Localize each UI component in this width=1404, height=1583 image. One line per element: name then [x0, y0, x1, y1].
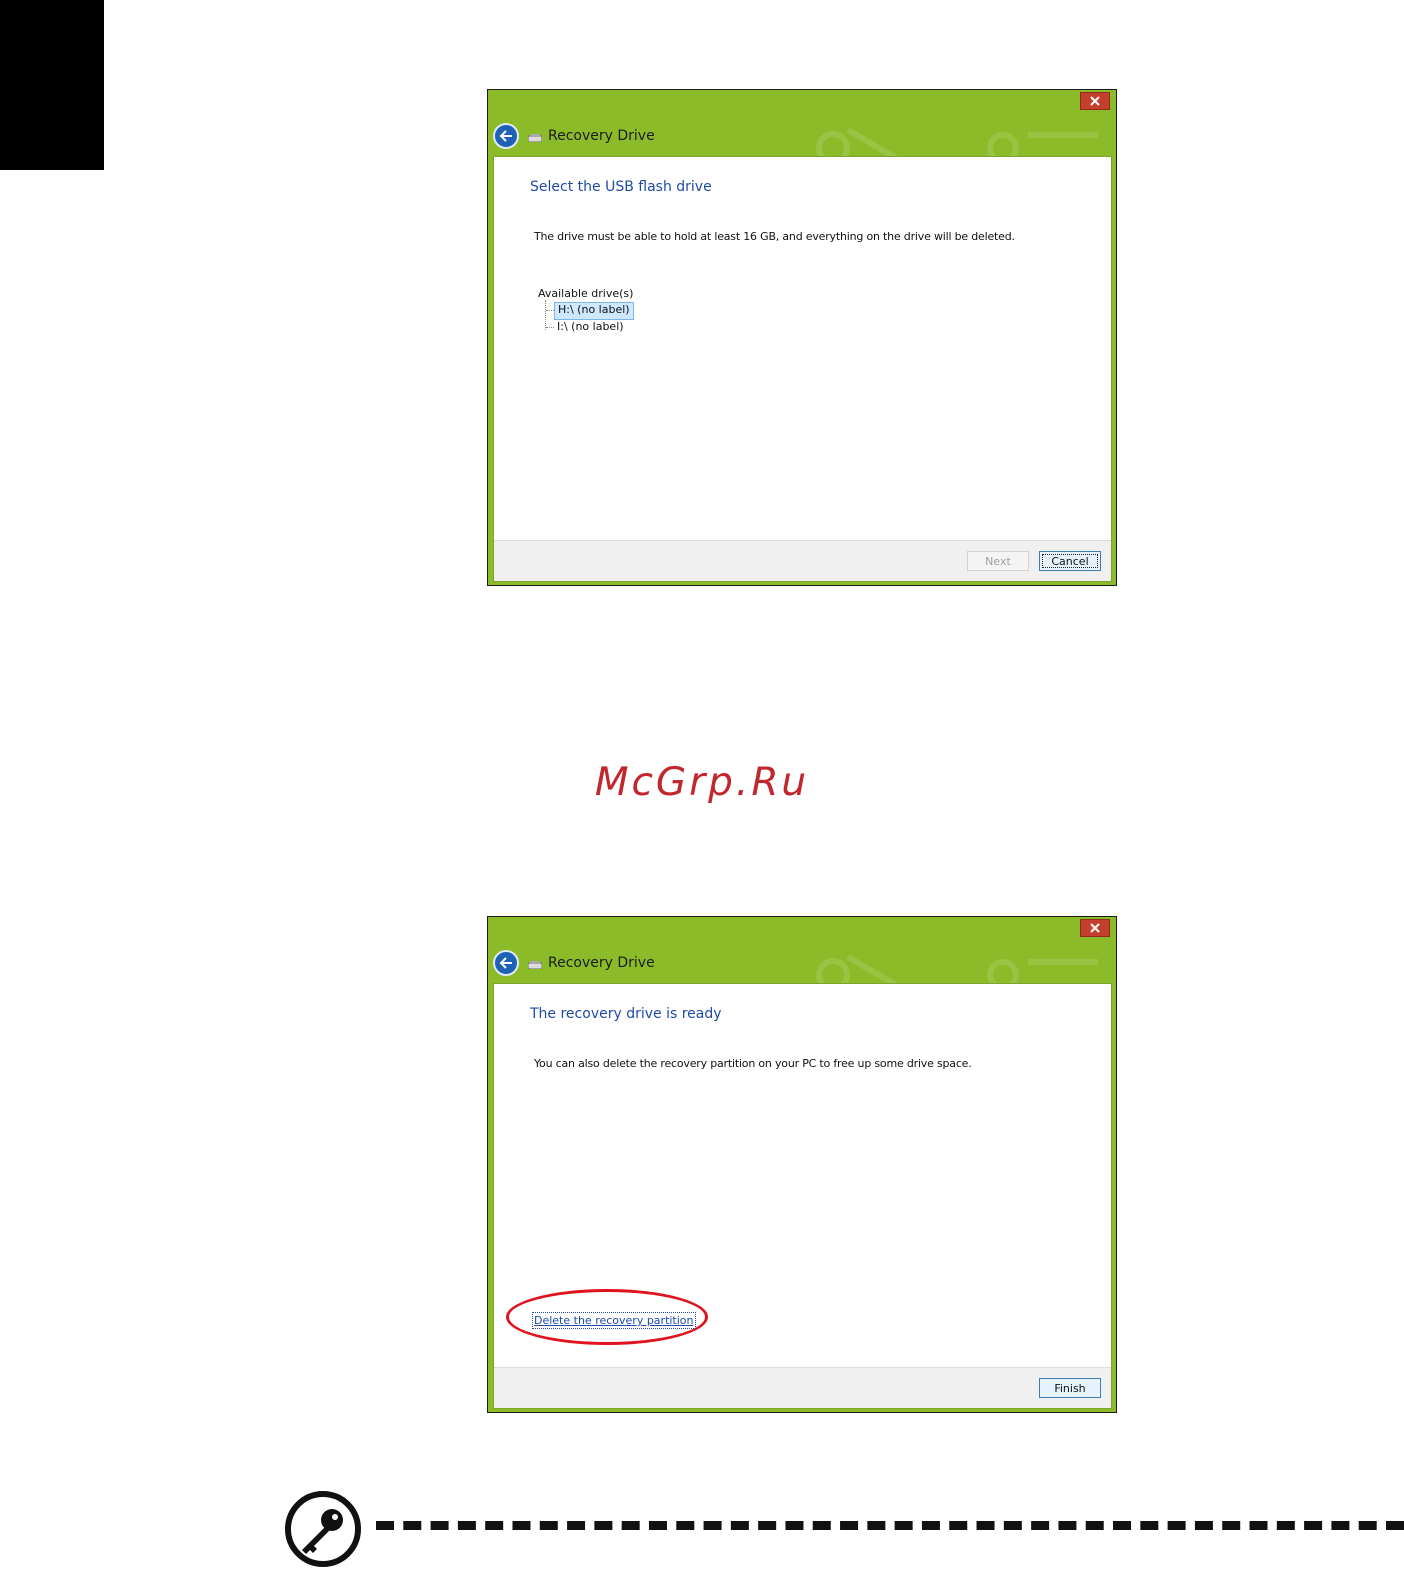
window-title: Recovery Drive [548, 128, 655, 144]
back-button[interactable] [493, 950, 519, 976]
close-icon [1090, 923, 1100, 933]
available-drives-label: Available drive(s) [538, 287, 634, 300]
info-text: You can also delete the recovery partiti… [534, 1057, 972, 1070]
recovery-drive-window-select: Recovery Drive Select the USB flash driv… [487, 89, 1117, 586]
delete-recovery-partition-link[interactable]: Delete the recovery partition [532, 1312, 696, 1329]
close-button[interactable] [1080, 919, 1110, 937]
tree-connector [546, 327, 554, 328]
dashed-separator [376, 1521, 1404, 1530]
finish-button[interactable]: Finish [1039, 1378, 1101, 1398]
wizard-content: The recovery drive is ready You can also… [493, 983, 1112, 1409]
instruction-text: The drive must be able to hold at least … [534, 230, 1015, 243]
close-icon [1090, 96, 1100, 106]
page-heading: Select the USB flash drive [530, 179, 712, 195]
key-icon [285, 1491, 361, 1567]
window-title: Recovery Drive [548, 955, 655, 971]
chapter-tab [0, 0, 104, 170]
page-heading: The recovery drive is ready [530, 1006, 722, 1022]
wizard-footer: Finish [494, 1367, 1111, 1408]
next-button[interactable]: Next [967, 551, 1029, 571]
usb-drive-icon [528, 961, 542, 969]
tree-connector [546, 310, 554, 311]
recovery-drive-window-ready: Recovery Drive The recovery drive is rea… [487, 916, 1117, 1413]
back-button[interactable] [493, 123, 519, 149]
wizard-footer: Next Cancel [494, 540, 1111, 581]
watermark-text: McGrp.Ru [594, 760, 810, 805]
back-arrow-icon [499, 130, 512, 142]
close-button[interactable] [1080, 92, 1110, 110]
drive-item-h[interactable]: H:\ (no label) [554, 302, 634, 320]
tree-connector [545, 300, 546, 330]
back-arrow-icon [499, 957, 512, 969]
drive-item-i[interactable]: I:\ (no label) [554, 319, 627, 335]
cancel-button[interactable]: Cancel [1039, 551, 1101, 571]
usb-drive-icon [528, 134, 542, 142]
wizard-content: Select the USB flash drive The drive mus… [493, 156, 1112, 582]
